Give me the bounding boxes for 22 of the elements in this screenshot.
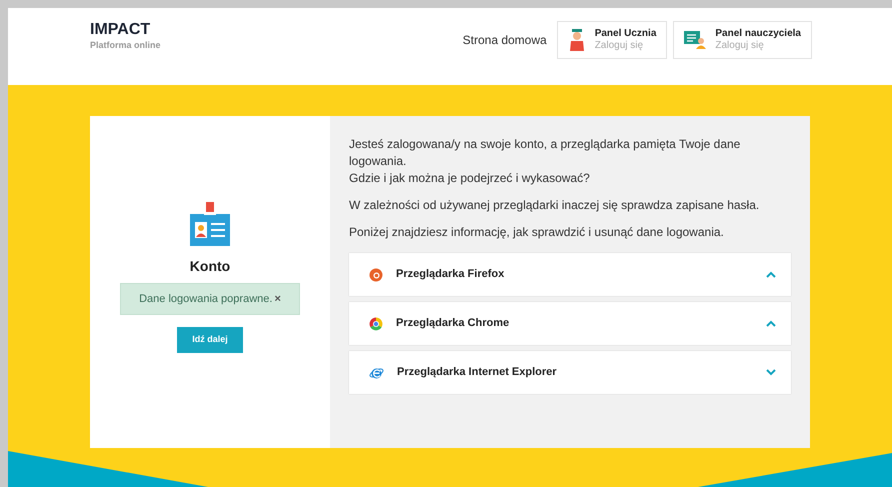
close-button[interactable]: × bbox=[274, 294, 281, 304]
id-badge-icon bbox=[190, 202, 230, 246]
e-logo-icon bbox=[369, 366, 384, 380]
accordion-title: Przeglądarka Chrome bbox=[396, 316, 510, 332]
home-link[interactable]: Strona domowa bbox=[462, 31, 547, 49]
section-title: Konto bbox=[190, 257, 230, 276]
browser-accordion-item[interactable]: Przeglądarka Chrome bbox=[349, 302, 791, 345]
login-panel-button[interactable]: Panel Ucznia Zaloguj się bbox=[556, 21, 668, 59]
student-icon bbox=[568, 29, 586, 51]
brand-tagline: Platforma online bbox=[90, 39, 161, 51]
info-paragraph: W zależności od używanej przeglądarki inaczej się sprawdza zapisane hasła. bbox=[349, 197, 760, 214]
teacher-icon bbox=[684, 31, 706, 49]
brand-name: IMPACT bbox=[90, 21, 152, 39]
browser-accordion-item[interactable]: Przeglądarka Firefox bbox=[349, 253, 791, 296]
info-paragraph: Jesteś zalogowana/y na swoje konto, a przeglądarka pamięta Twoje dane logowania. Gdzie i jak można je podejrzeć i wykasować? bbox=[349, 136, 742, 187]
browser-accordion-item[interactable]: Przeglądarka Internet Explorer bbox=[349, 351, 791, 394]
info-paragraph: Poniżej znajdziesz informację, jak sprawdzić i usunąć dane logowania. bbox=[349, 224, 725, 241]
alert-message: Dane logowania poprawne. bbox=[139, 292, 272, 307]
accordion-title: Przeglądarka Firefox bbox=[396, 267, 504, 282]
login-panel-button[interactable]: Panel nauczyciela Zaloguj się bbox=[673, 21, 812, 59]
chrome-logo-icon bbox=[369, 316, 383, 330]
accordion-title: Przeglądarka Internet Explorer bbox=[397, 365, 557, 380]
